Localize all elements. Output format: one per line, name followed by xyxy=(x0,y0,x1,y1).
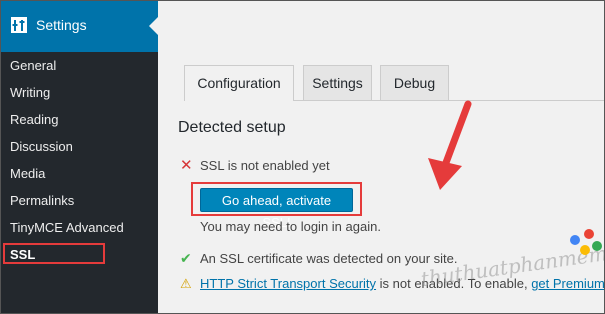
annotation-arrow xyxy=(428,100,472,190)
sidebar-submenu: General Writing Reading Discussion Media… xyxy=(0,52,158,268)
activate-highlight-box: Go ahead, activate SSL! xyxy=(191,182,362,230)
sidebar-settings-label: Settings xyxy=(36,17,87,33)
active-tab-cover xyxy=(185,100,293,102)
sidebar-item-tinymce-advanced[interactable]: TinyMCE Advanced xyxy=(0,214,158,241)
hsts-status-row: ⚠ HTTP Strict Transport Security is not e… xyxy=(180,276,605,292)
sidebar-item-discussion[interactable]: Discussion xyxy=(0,133,158,160)
cert-status-row: ✔ An SSL certificate was detected on your… xyxy=(180,250,458,267)
check-icon: ✔ xyxy=(180,250,192,266)
active-notch xyxy=(149,17,158,35)
sidebar-settings-header[interactable]: Settings xyxy=(0,0,158,52)
settings-sliders-icon xyxy=(10,16,28,34)
error-x-icon: ✕ xyxy=(180,157,193,174)
tab-configuration[interactable]: Configuration xyxy=(184,65,294,101)
sidebar-item-writing[interactable]: Writing xyxy=(0,79,158,106)
ssl-highlight-box xyxy=(3,243,105,264)
tab-debug[interactable]: Debug xyxy=(380,65,449,100)
hsts-link[interactable]: HTTP Strict Transport Security xyxy=(200,276,376,291)
relogin-note: You may need to login in again. xyxy=(200,219,381,234)
warning-icon: ⚠ xyxy=(180,276,192,291)
ssl-status-text: SSL is not enabled yet xyxy=(200,158,330,173)
cert-status-text: An SSL certificate was detected on your … xyxy=(200,251,458,266)
section-title: Detected setup xyxy=(178,119,286,136)
activate-ssl-button[interactable]: Go ahead, activate SSL! xyxy=(200,188,353,230)
ssl-status-row: ✕ SSL is not enabled yet xyxy=(180,156,330,174)
sidebar-item-permalinks[interactable]: Permalinks xyxy=(0,187,158,214)
get-premium-link[interactable]: get Premium xyxy=(531,276,605,291)
tab-bar: Configuration Settings Debug xyxy=(184,65,604,101)
sidebar-item-reading[interactable]: Reading xyxy=(0,106,158,133)
sidebar-item-media[interactable]: Media xyxy=(0,160,158,187)
watermark-logo-icon xyxy=(570,229,602,255)
admin-sidebar: Settings General Writing Reading Discuss… xyxy=(0,0,158,314)
sidebar-item-general[interactable]: General xyxy=(0,52,158,79)
tab-settings[interactable]: Settings xyxy=(303,65,372,100)
